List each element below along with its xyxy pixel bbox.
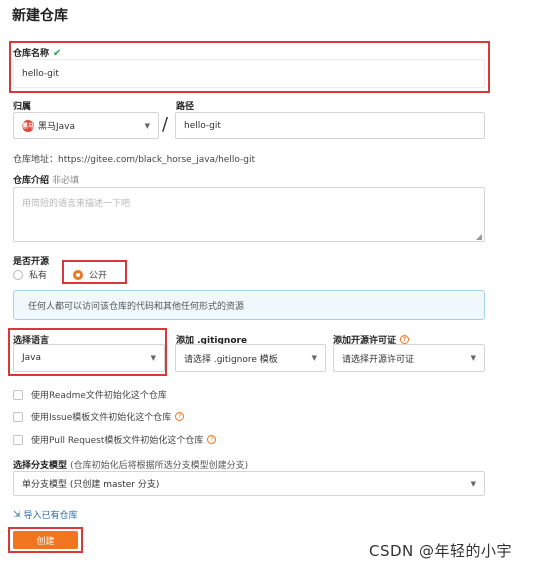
radio-private[interactable]: 私有 [13, 268, 47, 281]
radio-icon [13, 269, 23, 280]
public-notice-text: 任何人都可以访问该仓库的代码和其他任何形式的资源 [28, 301, 245, 312]
init-issue-label: 使用Issue模板文件初始化这个仓库 [31, 413, 172, 423]
radio-selected-icon [73, 269, 83, 280]
language-value: Java [22, 353, 42, 363]
language-select[interactable]: Java ▼ [13, 344, 165, 372]
path-input[interactable]: hello-git [175, 112, 485, 139]
init-issue-option[interactable]: 使用Issue模板文件初始化这个仓库 ? [13, 410, 185, 423]
watermark: CSDN @年轻的小宇 [369, 542, 513, 560]
owner-select[interactable]: 黑马 黑马Java ▼ [13, 112, 159, 139]
path-separator: / [162, 114, 169, 135]
checkbox[interactable] [13, 389, 23, 400]
check-icon: ✔ [53, 48, 62, 59]
checkbox[interactable] [13, 411, 23, 422]
path-value: hello-git [184, 120, 221, 131]
checkbox[interactable] [13, 434, 23, 445]
radio-public-label: 公开 [89, 271, 108, 281]
repo-name-label-row: 仓库名称 ✔ [13, 46, 61, 59]
chevron-down-icon: ▼ [470, 354, 476, 362]
branch-model-hint: (仓库初始化后将根据所选分支模型创建分支) [70, 461, 249, 471]
repo-name-label: 仓库名称 [13, 49, 50, 59]
init-pr-label: 使用Pull Request模板文件初始化这个仓库 [31, 436, 204, 446]
import-icon: ⇲ [13, 509, 21, 520]
import-repo-label: 导入已有仓库 [23, 511, 78, 521]
help-icon[interactable]: ? [207, 435, 217, 444]
chevron-down-icon: ▼ [311, 354, 317, 362]
intro-label-row: 仓库介绍 非必填 [13, 173, 79, 186]
intro-textarea[interactable]: 用简短的语言来描述一下吧 ◢ [13, 187, 485, 242]
init-readme-option[interactable]: 使用Readme文件初始化这个仓库 [13, 388, 167, 401]
import-repo-link[interactable]: ⇲ 导入已有仓库 [13, 508, 78, 522]
intro-label: 仓库介绍 [13, 176, 50, 186]
radio-private-label: 私有 [29, 271, 48, 281]
path-label: 路径 [176, 102, 195, 112]
avatar: 黑马 [22, 119, 34, 132]
license-value: 请选择开源许可证 [342, 354, 415, 365]
repo-name-value: hello-git [22, 68, 59, 79]
intro-optional: 非必填 [52, 176, 80, 186]
branch-model-value: 单分支模型 (只创建 master 分支) [22, 480, 160, 490]
branch-model-label: 选择分支模型 [13, 461, 68, 471]
help-icon[interactable]: ? [400, 335, 410, 344]
public-notice: 任何人都可以访问该仓库的代码和其他任何形式的资源 [13, 290, 485, 320]
intro-placeholder: 用简短的语言来描述一下吧 [22, 199, 131, 209]
radio-public[interactable]: 公开 [73, 268, 107, 281]
owner-value: 黑马Java [38, 122, 76, 132]
chevron-down-icon: ▼ [144, 121, 150, 130]
repo-address: 仓库地址：https://gitee.com/black_horse_java/… [13, 155, 256, 165]
chevron-down-icon: ▼ [470, 479, 476, 488]
help-icon[interactable]: ? [175, 412, 185, 421]
page-title: 新建仓库 [12, 8, 68, 24]
branch-model-select[interactable]: 单分支模型 (只创建 master 分支) ▼ [13, 471, 485, 496]
open-source-label: 是否开源 [13, 257, 50, 267]
repo-name-input[interactable]: hello-git [13, 59, 485, 88]
owner-label: 归属 [13, 102, 32, 112]
init-readme-label: 使用Readme文件初始化这个仓库 [31, 391, 167, 401]
resize-handle-icon[interactable]: ◢ [476, 232, 482, 241]
branch-model-label-row: 选择分支模型 (仓库初始化后将根据所选分支模型创建分支) [13, 458, 248, 471]
gitignore-select[interactable]: 请选择 .gitignore 模板 ▼ [175, 344, 326, 372]
chevron-down-icon: ▼ [150, 354, 156, 362]
create-button[interactable]: 创建 [13, 531, 78, 549]
license-select[interactable]: 请选择开源许可证 ▼ [333, 344, 485, 372]
gitignore-value: 请选择 .gitignore 模板 [184, 354, 278, 365]
init-pr-option[interactable]: 使用Pull Request模板文件初始化这个仓库 ? [13, 433, 217, 446]
